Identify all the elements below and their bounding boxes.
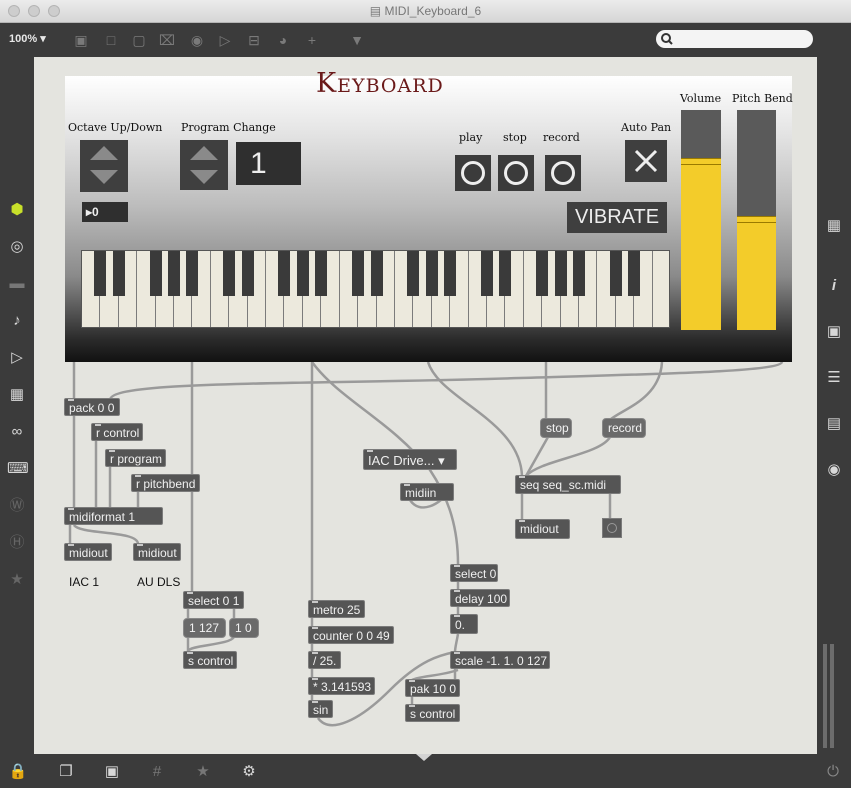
program-arrows-icon <box>190 146 218 184</box>
iac1-comment: IAC 1 <box>69 575 100 589</box>
piano-black-key[interactable] <box>296 251 309 296</box>
volume-label: Volume <box>680 92 722 105</box>
x-icon <box>634 149 658 173</box>
piano-black-key[interactable] <box>168 251 181 296</box>
bang-circle-icon <box>607 523 617 533</box>
stop-label: stop <box>503 131 527 144</box>
piano-black-key[interactable] <box>278 251 291 296</box>
r-program-object[interactable]: r program <box>105 449 166 467</box>
program-change-label: Program Change <box>181 121 276 134</box>
midiout-iac-object[interactable]: midiout <box>64 543 112 561</box>
float-number-box[interactable]: 0. <box>450 614 478 634</box>
midiout-seq-object[interactable]: midiout <box>515 519 570 539</box>
piano-black-key[interactable] <box>572 251 585 296</box>
piano-black-key[interactable] <box>499 251 512 296</box>
volume-slider-fill <box>681 158 721 330</box>
record-label: record <box>543 131 580 144</box>
piano-black-key[interactable] <box>149 251 162 296</box>
pack-object[interactable]: pack 0 0 <box>64 398 120 416</box>
windows-icon[interactable]: ❐ <box>56 762 76 782</box>
piano-black-key[interactable] <box>480 251 493 296</box>
midiformat-object[interactable]: midiformat 1 <box>64 507 163 525</box>
play-label: play <box>459 131 483 144</box>
bang-button[interactable] <box>602 518 622 538</box>
scroll-indicator-icon <box>416 754 432 761</box>
r-pitchbend-object[interactable]: r pitchbend <box>131 474 200 492</box>
select-01-object[interactable]: select 0 1 <box>183 591 244 609</box>
piano-black-key[interactable] <box>186 251 199 296</box>
program-updown[interactable] <box>180 140 228 190</box>
octave-number-box[interactable]: ▸0 <box>82 202 128 222</box>
play-circle-icon <box>461 161 485 185</box>
midiin-object[interactable]: midiin <box>400 483 454 501</box>
divide-object[interactable]: / 25. <box>308 651 341 669</box>
piano-black-key[interactable] <box>425 251 438 296</box>
volume-slider-knob[interactable] <box>681 158 721 166</box>
pitch-bend-label: Pitch Bend <box>732 92 793 105</box>
metro-object[interactable]: metro 25 <box>308 600 365 618</box>
scale-object[interactable]: scale -1. 1. 0 127 <box>450 651 550 669</box>
audls-comment: AU DLS <box>137 575 181 589</box>
record-circle-icon <box>551 161 575 185</box>
pitch-bend-slider-fill <box>737 215 776 330</box>
grid-toggle-icon[interactable]: # <box>147 762 167 782</box>
program-number-box[interactable]: 1 <box>236 142 301 185</box>
stop-circle-icon <box>504 161 528 185</box>
stop-message[interactable]: stop <box>540 418 572 438</box>
delay-object[interactable]: delay 100 <box>450 589 510 607</box>
panel-title: Keyboard <box>316 68 444 99</box>
iac-driver-menu[interactable]: IAC Drive... ▾ <box>363 449 457 470</box>
message-1-0[interactable]: 1 0 <box>229 618 259 638</box>
octave-updown[interactable] <box>80 140 128 192</box>
multiply-object[interactable]: * 3.141593 <box>308 677 375 695</box>
piano-black-key[interactable] <box>554 251 567 296</box>
piano-black-key[interactable] <box>536 251 549 296</box>
play-button[interactable] <box>455 155 491 191</box>
record-button[interactable] <box>545 155 581 191</box>
snap-icon[interactable]: ★ <box>193 762 213 782</box>
piano-black-key[interactable] <box>444 251 457 296</box>
r-control-object[interactable]: r control <box>91 423 143 441</box>
presentation-mode-icon[interactable]: ▣ <box>102 762 122 782</box>
piano-black-key[interactable] <box>223 251 236 296</box>
lock-icon[interactable]: 🔒 <box>8 762 28 782</box>
s-control-object-2[interactable]: s control <box>405 704 460 722</box>
octave-label: Octave Up/Down <box>68 121 163 134</box>
pak-object[interactable]: pak 10 0 <box>405 679 460 697</box>
piano-black-key[interactable] <box>112 251 125 296</box>
counter-object[interactable]: counter 0 0 49 <box>308 626 394 644</box>
piano-black-key[interactable] <box>609 251 622 296</box>
piano-black-key[interactable] <box>352 251 365 296</box>
piano-white-key[interactable] <box>652 251 669 327</box>
pitch-bend-slider[interactable] <box>737 110 776 330</box>
stop-button[interactable] <box>498 155 534 191</box>
s-control-object[interactable]: s control <box>183 651 237 669</box>
select-0-object[interactable]: select 0 <box>450 564 498 582</box>
piano-black-key[interactable] <box>370 251 383 296</box>
piano-black-key[interactable] <box>94 251 107 296</box>
volume-slider[interactable] <box>681 110 721 330</box>
record-message[interactable]: record <box>602 418 646 438</box>
vibrate-button[interactable]: VIBRATE <box>567 202 667 233</box>
piano-keyboard[interactable] <box>81 250 670 328</box>
piano-black-key[interactable] <box>628 251 641 296</box>
midiout-audls-object[interactable]: midiout <box>133 543 181 561</box>
wrench-icon[interactable]: ⚙ <box>239 762 259 782</box>
auto-pan-toggle[interactable] <box>625 140 667 182</box>
piano-black-key[interactable] <box>315 251 328 296</box>
piano-black-key[interactable] <box>407 251 420 296</box>
pitch-bend-slider-knob[interactable] <box>737 215 776 223</box>
auto-pan-label: Auto Pan <box>621 121 672 134</box>
message-1-127[interactable]: 1 127 <box>183 618 226 638</box>
piano-black-key[interactable] <box>241 251 254 296</box>
power-icon[interactable]: ⏻ <box>823 762 843 782</box>
sin-object[interactable]: sin <box>308 700 333 718</box>
seq-object[interactable]: seq seq_sc.midi <box>515 475 621 494</box>
octave-arrows-icon <box>90 146 118 184</box>
